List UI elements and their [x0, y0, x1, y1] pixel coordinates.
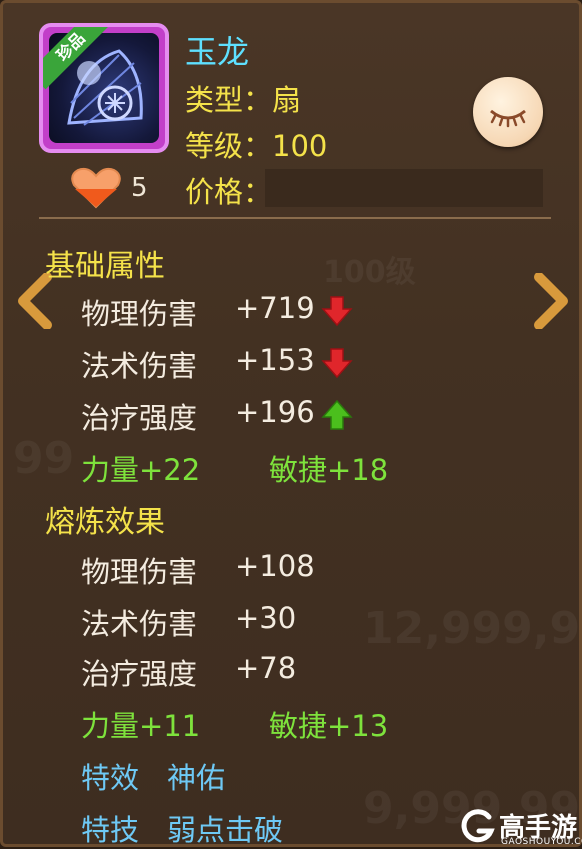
gaoshouyou-logo: 高手游 GAOSHOUYOU.COM: [459, 807, 582, 847]
effect-label: 特效: [81, 761, 140, 795]
ghost-number-1: 99: [13, 433, 75, 484]
item-price-label: 价格：: [185, 175, 273, 209]
arrow-down-red-icon: [321, 348, 353, 379]
skill-value: 弱点击破: [167, 813, 284, 847]
arrow-up-green-icon: [321, 399, 353, 430]
stat-value: +108: [235, 549, 315, 583]
forge-effects-title: 熔炼效果: [45, 505, 165, 540]
watermark-domain: GAOSHOUYOU.COM: [501, 837, 582, 847]
item-icon-frame[interactable]: 珍品: [39, 23, 169, 153]
arrow-down-red-icon: [321, 296, 353, 327]
stat-value: +719: [235, 291, 315, 325]
skill-label: 特技: [81, 813, 140, 847]
base-attributes-title: 基础属性: [45, 249, 165, 284]
forge-strength: 力量+11: [81, 709, 201, 743]
item-level: 等级：100: [185, 129, 328, 163]
stat-value: +153: [235, 343, 315, 377]
item-tooltip-panel: 100级 99 12,999,99 9,999,99 珍品 玉龙 类型：扇 等级…: [0, 0, 582, 847]
heart-icon: [71, 167, 121, 209]
divider: [39, 217, 551, 219]
gaoshouyou-logo-icon: [461, 809, 495, 843]
stat-label: 治疗强度: [81, 657, 198, 691]
ghost-level-filter: 100级: [323, 255, 416, 290]
heart-count: 5: [131, 173, 148, 203]
forge-agility: 敏捷+13: [269, 709, 389, 743]
effect-value: 神佑: [167, 761, 226, 795]
stat-label: 物理伤害: [81, 555, 198, 589]
ghost-number-2: 12,999,99: [363, 603, 582, 654]
closed-eye-icon: [490, 109, 526, 128]
base-strength: 力量+22: [81, 453, 201, 487]
stat-label: 治疗强度: [81, 401, 198, 435]
item-price-value: [265, 169, 543, 207]
stat-value: +196: [235, 395, 315, 429]
item-name: 玉龙: [185, 33, 250, 71]
stat-label: 法术伤害: [81, 349, 198, 383]
stat-value: +78: [235, 651, 297, 685]
stat-value: +30: [235, 601, 297, 635]
item-type: 类型：扇: [185, 83, 302, 117]
chevron-right-icon[interactable]: [531, 273, 571, 329]
eye-toggle-button[interactable]: [473, 77, 543, 147]
stat-label: 物理伤害: [81, 297, 198, 331]
stat-label: 法术伤害: [81, 607, 198, 641]
base-agility: 敏捷+18: [269, 453, 389, 487]
